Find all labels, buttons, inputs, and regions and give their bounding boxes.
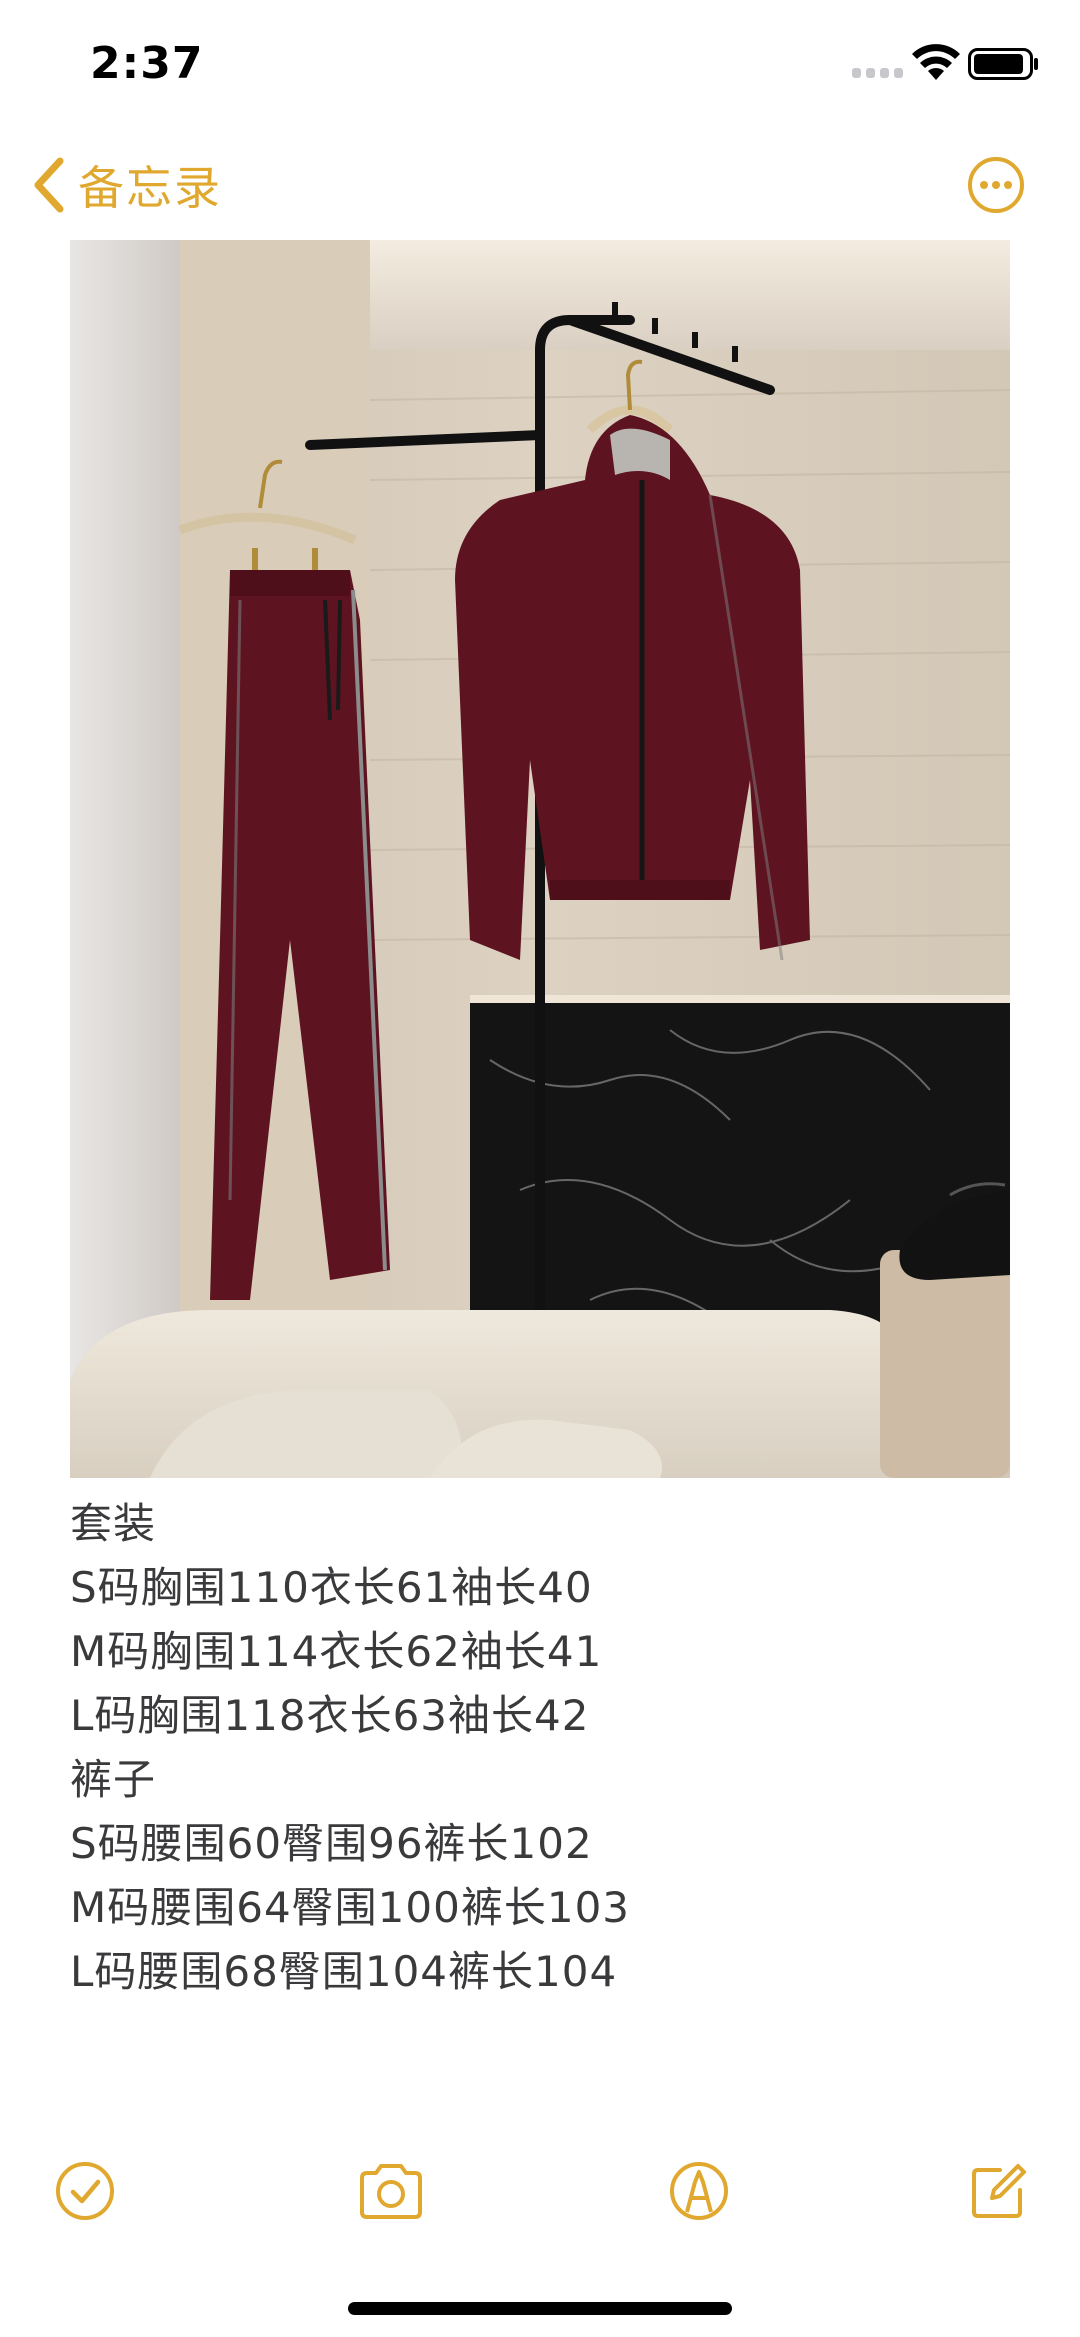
note-line: 套装: [70, 1499, 157, 1548]
note-line: S码胸围110衣长61袖长40: [70, 1563, 593, 1612]
note-line: S码腰围60臀围96裤长102: [70, 1819, 593, 1868]
cellular-signal-icon: [852, 68, 904, 78]
markup-pen-icon[interactable]: [668, 2160, 730, 2222]
chevron-left-icon: [34, 157, 64, 213]
note-line: L码腰围68臀围104裤长104: [70, 1947, 618, 1996]
note-line: M码腰围64臀围100裤长103: [70, 1883, 631, 1932]
note-photo[interactable]: [70, 240, 1010, 1478]
status-time: 2:37: [90, 38, 204, 89]
back-button-label: 备忘录: [78, 161, 222, 215]
wifi-icon: [912, 44, 960, 80]
camera-icon[interactable]: [356, 2160, 426, 2222]
more-options-icon[interactable]: [966, 155, 1026, 215]
note-body[interactable]: 套装 S码胸围110衣长61袖长40 M码胸围114衣长62袖长41 L码胸围1…: [70, 1492, 1030, 2004]
note-line: M码胸围114衣长62袖长41: [70, 1627, 603, 1676]
status-bar: 2:37: [0, 0, 1080, 130]
note-line: 裤子: [70, 1755, 157, 1804]
tracksuit-photo-illustration: [70, 240, 1010, 1478]
home-indicator[interactable]: [348, 2302, 732, 2315]
battery-icon: [968, 48, 1038, 80]
checklist-icon[interactable]: [54, 2160, 116, 2222]
note-line: L码胸围118衣长63袖长42: [70, 1691, 590, 1740]
back-button[interactable]: 备忘录: [30, 150, 222, 220]
compose-icon[interactable]: [968, 2160, 1030, 2222]
